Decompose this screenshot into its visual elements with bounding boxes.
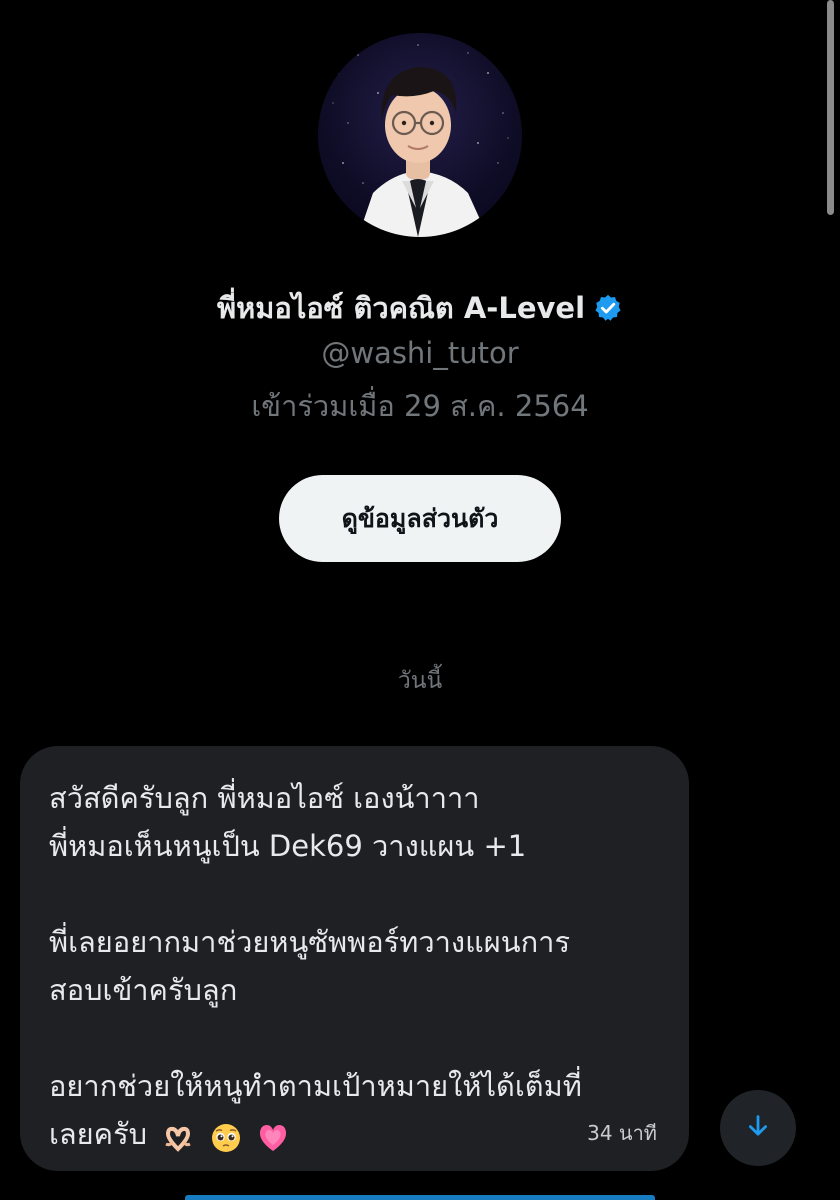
view-profile-button[interactable]: ดูข้อมูลส่วนตัว (279, 475, 561, 562)
growing-heart-icon (257, 1120, 289, 1152)
profile-joined-date: เข้าร่วมเมื่อ 29 ส.ค. 2564 (251, 389, 589, 423)
profile-name-row: พี่หมอไอซ์ ติวคณิต A-Level (0, 285, 840, 331)
message-line: สอบเข้าครับลูก (49, 973, 238, 1007)
message-bubble[interactable]: สวัสดีครับลูก พี่หมอไอซ์ เองน้าาาา พี่หม… (20, 746, 689, 1171)
scroll-to-bottom-button[interactable] (720, 1090, 796, 1166)
profile-handle: @washi_tutor (321, 336, 519, 370)
pleading-face-icon (210, 1120, 242, 1152)
scrollbar[interactable] (827, 0, 834, 215)
message-timestamp: 34 นาที (587, 1121, 657, 1145)
heart-hands-icon (162, 1120, 194, 1152)
profile-name[interactable]: พี่หมอไอซ์ ติวคณิต A-Level (217, 285, 585, 331)
verified-badge-icon (593, 293, 623, 323)
message-line: พี่เลยอยากมาช่วยหนูซัพพอร์ทวางแผนการ (49, 925, 571, 959)
arrow-down-icon (744, 1112, 772, 1144)
avatar-photo (332, 44, 509, 237)
dm-conversation-screen: พี่หมอไอซ์ ติวคณิต A-Level @washi_tutor … (0, 0, 840, 1200)
next-item-edge (185, 1195, 655, 1200)
date-separator: วันนี้ (397, 668, 443, 694)
message-line-text: เลยครับ (49, 1117, 148, 1151)
avatar[interactable] (318, 33, 522, 237)
message-line: สวัสดีครับลูก พี่หมอไอซ์ เองน้าาาา (49, 781, 480, 815)
message-last-line: เลยครับ (49, 1110, 669, 1158)
message-line: อยากช่วยให้หนูทำตามเป้าหมายให้ได้เต็มที่ (49, 1069, 582, 1103)
message-line: พี่หมอเห็นหนูเป็น Dek69 วางแผน +1 (49, 829, 527, 863)
